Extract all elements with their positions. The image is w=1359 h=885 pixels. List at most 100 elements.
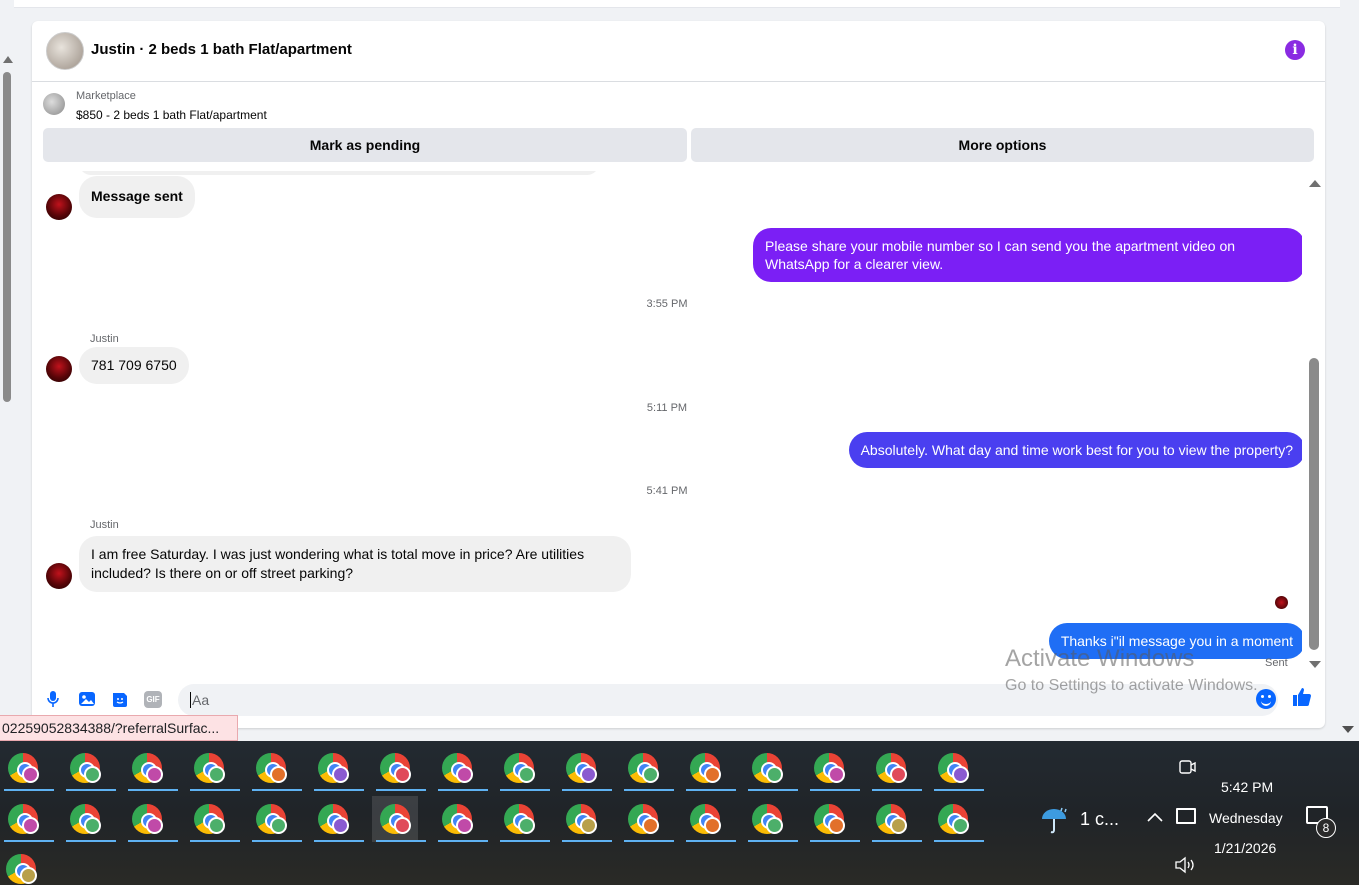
meet-now-icon[interactable] (1178, 758, 1196, 781)
chrome-profile-icon[interactable] (496, 745, 550, 791)
running-indicator (438, 789, 488, 791)
running-indicator (748, 840, 798, 842)
chrome-profile-icon[interactable] (310, 745, 364, 791)
network-icon[interactable] (1176, 808, 1196, 824)
avatar[interactable] (46, 194, 72, 220)
chrome-profile-icon[interactable] (806, 745, 860, 791)
chrome-profile-icon[interactable] (248, 745, 302, 791)
running-indicator (190, 840, 240, 842)
gif-button[interactable]: GIF (144, 691, 162, 708)
listing-price-title: $850 - 2 beds 1 bath Flat/apartment (76, 108, 267, 122)
chrome-profile-icon[interactable] (682, 796, 736, 842)
info-icon[interactable]: i (1285, 40, 1305, 60)
chrome-profile-icon[interactable] (868, 796, 922, 842)
more-options-button[interactable]: More options (691, 128, 1314, 162)
watermark-line-1: Activate Windows (1005, 645, 1195, 672)
thread-scroll-thumb[interactable] (1309, 358, 1319, 650)
chrome-profile-icon[interactable] (62, 796, 116, 842)
chrome-profile-icon[interactable] (186, 745, 240, 791)
running-indicator (500, 789, 550, 791)
chrome-profile-icon[interactable] (0, 745, 54, 791)
listing-thumbnail (43, 93, 65, 115)
scroll-down-arrow-icon[interactable] (1309, 661, 1321, 668)
chrome-profile-icon[interactable] (744, 745, 798, 791)
chrome-profile-icon[interactable] (62, 745, 116, 791)
profile-avatar-icon (84, 817, 101, 834)
profile-avatar-icon (394, 817, 411, 834)
chrome-profile-icon[interactable] (124, 796, 178, 842)
chrome-profile-icon[interactable] (186, 796, 240, 842)
message-status: Sent (1265, 657, 1288, 669)
chrome-profile-icon[interactable] (620, 745, 674, 791)
weather-temperature[interactable]: 1 c... (1080, 809, 1119, 830)
running-indicator (562, 840, 612, 842)
running-indicator (810, 789, 860, 791)
chrome-profile-icon[interactable] (868, 745, 922, 791)
thumbs-up-icon[interactable] (1292, 687, 1312, 713)
running-indicator (934, 840, 984, 842)
volume-icon[interactable] (1174, 856, 1196, 879)
chrome-profile-icon[interactable] (930, 796, 984, 842)
running-indicator (252, 840, 302, 842)
photo-icon[interactable] (77, 690, 97, 710)
browser-top-strip (14, 0, 1340, 8)
scroll-up-arrow-icon[interactable] (1309, 180, 1321, 187)
chrome-profile-icon[interactable] (372, 796, 426, 842)
listing-summary[interactable]: Marketplace $850 - 2 beds 1 bath Flat/ap… (32, 83, 1325, 123)
message-bubble-outgoing[interactable]: Please share your mobile number so I can… (753, 228, 1302, 282)
chrome-profile-icon[interactable] (372, 745, 426, 791)
avatar[interactable] (46, 356, 72, 382)
timestamp: 5:41 PM (646, 485, 688, 497)
show-hidden-icons-chevron-icon[interactable] (1146, 807, 1164, 828)
running-indicator (128, 789, 178, 791)
message-bubble-incoming[interactable]: I am free Saturday. I was just wondering… (79, 536, 631, 592)
running-indicator (66, 789, 116, 791)
running-indicator (500, 840, 550, 842)
chrome-profile-icon[interactable] (558, 796, 612, 842)
notification-count-badge: 8 (1316, 818, 1336, 838)
message-bubble-incoming[interactable]: 781 709 6750 (79, 347, 189, 384)
message-bubble-incoming[interactable]: Message sent (79, 176, 195, 218)
scroll-up-arrow-icon[interactable] (3, 56, 13, 63)
running-indicator (252, 789, 302, 791)
chrome-profile-icon[interactable] (496, 796, 550, 842)
previous-message-edge (79, 171, 599, 175)
scroll-down-arrow-icon[interactable] (1342, 726, 1354, 733)
chrome-profile-icon[interactable] (310, 796, 364, 842)
profile-avatar-icon (84, 766, 101, 783)
profile-avatar-icon (766, 817, 783, 834)
timestamp: 3:55 PM (646, 298, 688, 310)
page-scrollbar[interactable] (0, 56, 14, 716)
chrome-profile-icon[interactable] (124, 745, 178, 791)
conversation-title[interactable]: Justin · 2 beds 1 bath Flat/apartment (91, 41, 352, 58)
chrome-profile-icon[interactable] (930, 745, 984, 791)
running-indicator (190, 789, 240, 791)
chrome-profile-icon[interactable] (434, 796, 488, 842)
emoji-icon[interactable] (1256, 689, 1276, 709)
sender-name: Justin (90, 333, 119, 345)
message-bubble-outgoing[interactable]: Absolutely. What day and time work best … (848, 432, 1302, 468)
chrome-profile-icon[interactable] (0, 846, 44, 885)
chrome-profile-icon[interactable] (434, 745, 488, 791)
clock-time[interactable]: 5:42 PM (1221, 779, 1273, 795)
chrome-profile-icon[interactable] (806, 796, 860, 842)
page-scroll-thumb[interactable] (3, 72, 11, 402)
clock-day[interactable]: Wednesday (1209, 810, 1283, 826)
clock-date[interactable]: 1/21/2026 (1214, 840, 1276, 856)
mark-as-pending-button[interactable]: Mark as pending (43, 128, 687, 162)
avatar[interactable] (46, 563, 72, 589)
chrome-profile-icon[interactable] (558, 745, 612, 791)
sticker-icon[interactable] (110, 690, 130, 710)
chrome-profile-icon[interactable] (620, 796, 674, 842)
chrome-profile-icon[interactable] (0, 796, 54, 842)
listing-avatar[interactable] (46, 32, 84, 70)
chrome-profile-icon[interactable] (744, 796, 798, 842)
microphone-icon[interactable] (43, 690, 63, 710)
chrome-profile-icon[interactable] (682, 745, 736, 791)
running-indicator (66, 840, 116, 842)
chrome-profile-icon[interactable] (248, 796, 302, 842)
read-receipt-avatar (1275, 596, 1288, 609)
running-indicator (314, 840, 364, 842)
weather-umbrella-icon[interactable] (1040, 806, 1070, 841)
thread-scrollbar[interactable] (1308, 178, 1321, 668)
